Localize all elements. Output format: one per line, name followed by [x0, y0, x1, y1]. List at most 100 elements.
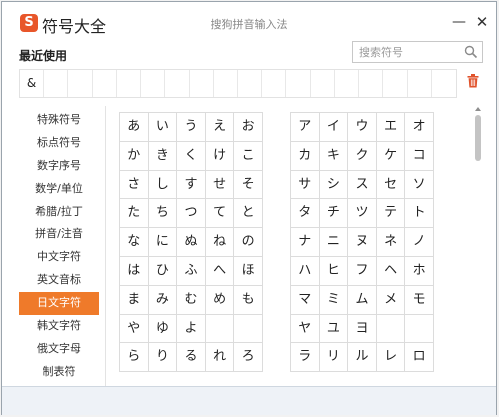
- hiragana-cell[interactable]: る: [177, 343, 206, 373]
- recent-symbol-cell[interactable]: [383, 70, 408, 97]
- hiragana-cell[interactable]: つ: [177, 199, 206, 229]
- hiragana-cell[interactable]: ま: [120, 285, 149, 315]
- katakana-cell[interactable]: ニ: [319, 228, 349, 257]
- hiragana-cell[interactable]: な: [120, 228, 149, 257]
- hiragana-cell[interactable]: け: [205, 141, 235, 171]
- recent-symbol-cell[interactable]: [286, 70, 311, 97]
- katakana-cell[interactable]: ウ: [348, 113, 377, 142]
- minimize-button[interactable]: —: [451, 14, 467, 30]
- hiragana-cell[interactable]: や: [120, 314, 149, 344]
- hiragana-cell[interactable]: へ: [205, 256, 235, 286]
- sidebar-category-item[interactable]: 拼音/注音: [19, 223, 99, 246]
- hiragana-cell[interactable]: ね: [205, 228, 235, 257]
- hiragana-cell[interactable]: こ: [234, 141, 263, 171]
- recent-symbol-cell[interactable]: [117, 70, 142, 97]
- hiragana-cell[interactable]: す: [177, 170, 206, 200]
- recent-symbol-cell[interactable]: [408, 70, 432, 97]
- katakana-cell[interactable]: チ: [319, 199, 349, 229]
- katakana-cell[interactable]: ヨ: [348, 314, 377, 344]
- recent-symbol-cell[interactable]: [68, 70, 93, 97]
- sidebar-category-item[interactable]: 特殊符号: [19, 109, 99, 132]
- hiragana-cell[interactable]: そ: [234, 170, 263, 200]
- hiragana-cell[interactable]: た: [120, 199, 149, 229]
- katakana-cell[interactable]: ツ: [348, 199, 377, 229]
- hiragana-cell[interactable]: ち: [148, 199, 178, 229]
- katakana-cell[interactable]: モ: [405, 285, 434, 315]
- katakana-cell[interactable]: リ: [319, 343, 349, 373]
- hiragana-cell[interactable]: み: [148, 285, 178, 315]
- katakana-cell[interactable]: ム: [348, 285, 377, 315]
- sidebar-category-item[interactable]: 数学/单位: [19, 178, 99, 201]
- sidebar-category-item[interactable]: 数字序号: [19, 155, 99, 178]
- katakana-cell[interactable]: ナ: [291, 228, 320, 257]
- recent-symbol-cell[interactable]: [335, 70, 360, 97]
- katakana-cell[interactable]: テ: [376, 199, 406, 229]
- katakana-cell[interactable]: ル: [348, 343, 377, 373]
- katakana-cell[interactable]: キ: [319, 141, 349, 171]
- scroll-thumb[interactable]: [475, 115, 481, 161]
- recent-symbol-cell[interactable]: [190, 70, 214, 97]
- hiragana-cell[interactable]: ぬ: [177, 228, 206, 257]
- hiragana-cell[interactable]: い: [148, 113, 178, 142]
- hiragana-cell[interactable]: お: [234, 113, 263, 142]
- sidebar-category-item[interactable]: 韩文字符: [19, 315, 99, 338]
- hiragana-cell[interactable]: よ: [177, 314, 206, 344]
- search-icon[interactable]: [464, 45, 478, 59]
- hiragana-cell[interactable]: え: [205, 113, 235, 142]
- sidebar-category-item[interactable]: 标点符号: [19, 132, 99, 155]
- katakana-cell[interactable]: ス: [348, 170, 377, 200]
- hiragana-cell[interactable]: め: [205, 285, 235, 315]
- katakana-cell[interactable]: ヘ: [376, 256, 406, 286]
- hiragana-cell[interactable]: く: [177, 141, 206, 171]
- scroll-up-icon[interactable]: [475, 107, 481, 111]
- hiragana-cell[interactable]: む: [177, 285, 206, 315]
- katakana-cell[interactable]: ロ: [405, 343, 434, 373]
- hiragana-cell[interactable]: り: [148, 343, 178, 373]
- katakana-cell[interactable]: ヤ: [291, 314, 320, 344]
- search-box[interactable]: [352, 41, 483, 63]
- katakana-cell[interactable]: ホ: [405, 256, 434, 286]
- hiragana-cell[interactable]: に: [148, 228, 178, 257]
- katakana-cell[interactable]: コ: [405, 141, 434, 171]
- hiragana-cell[interactable]: ひ: [148, 256, 178, 286]
- sidebar-category-item[interactable]: 英文音标: [19, 269, 99, 292]
- hiragana-cell[interactable]: き: [148, 141, 178, 171]
- close-button[interactable]: ✕: [474, 14, 490, 30]
- katakana-cell[interactable]: セ: [376, 170, 406, 200]
- katakana-cell[interactable]: イ: [319, 113, 349, 142]
- recent-symbol-cell[interactable]: [238, 70, 263, 97]
- hiragana-cell[interactable]: ら: [120, 343, 149, 373]
- katakana-cell[interactable]: ヌ: [348, 228, 377, 257]
- katakana-cell[interactable]: ヒ: [319, 256, 349, 286]
- recent-symbol-cell[interactable]: [165, 70, 190, 97]
- hiragana-cell[interactable]: も: [234, 285, 263, 315]
- katakana-cell[interactable]: ク: [348, 141, 377, 171]
- hiragana-cell[interactable]: と: [234, 199, 263, 229]
- hiragana-cell[interactable]: ろ: [234, 343, 263, 373]
- hiragana-cell[interactable]: の: [234, 228, 263, 257]
- trash-icon[interactable]: [467, 74, 479, 88]
- katakana-cell[interactable]: ハ: [291, 256, 320, 286]
- hiragana-cell[interactable]: ほ: [234, 256, 263, 286]
- katakana-cell[interactable]: ノ: [405, 228, 434, 257]
- katakana-cell[interactable]: メ: [376, 285, 406, 315]
- katakana-cell[interactable]: タ: [291, 199, 320, 229]
- katakana-cell[interactable]: ソ: [405, 170, 434, 200]
- search-input[interactable]: [359, 44, 464, 60]
- hiragana-cell[interactable]: ゆ: [148, 314, 178, 344]
- katakana-cell[interactable]: ミ: [319, 285, 349, 315]
- katakana-cell[interactable]: ネ: [376, 228, 406, 257]
- hiragana-cell[interactable]: う: [177, 113, 206, 142]
- recent-symbol-cell[interactable]: &: [20, 70, 45, 97]
- recent-symbol-cell[interactable]: [93, 70, 117, 97]
- recent-symbol-cell[interactable]: [359, 70, 384, 97]
- katakana-cell[interactable]: ト: [405, 199, 434, 229]
- sidebar-category-item[interactable]: 中文字符: [19, 246, 99, 269]
- hiragana-cell[interactable]: は: [120, 256, 149, 286]
- katakana-cell[interactable]: サ: [291, 170, 320, 200]
- recent-symbol-cell[interactable]: [262, 70, 287, 97]
- katakana-cell[interactable]: レ: [376, 343, 406, 373]
- hiragana-cell[interactable]: て: [205, 199, 235, 229]
- katakana-cell[interactable]: ケ: [376, 141, 406, 171]
- katakana-cell[interactable]: ア: [291, 113, 320, 142]
